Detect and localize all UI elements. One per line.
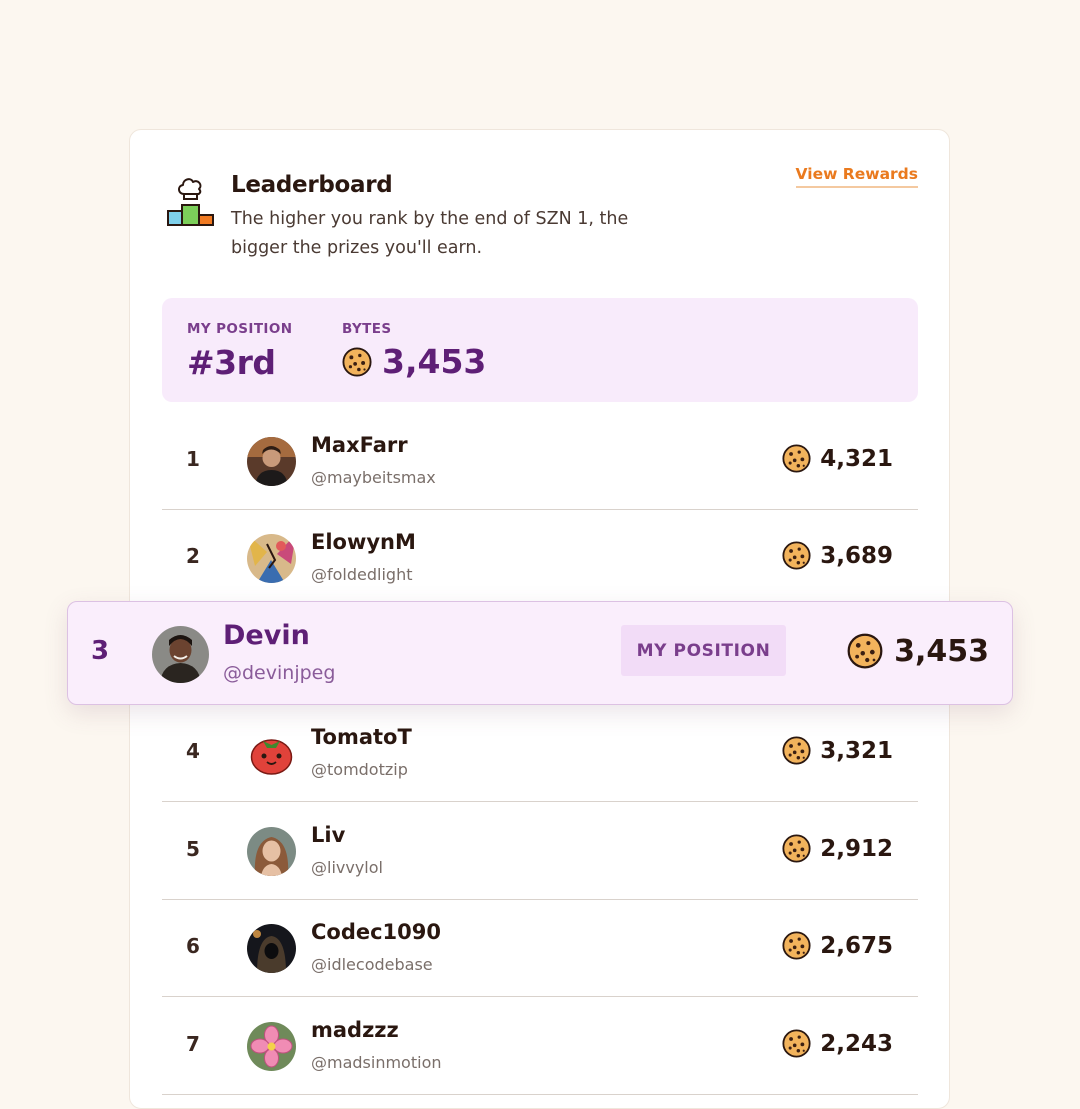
current-user-row[interactable]: 3 Devin @devinjpeg MY POSITION 3,453 (67, 601, 1013, 705)
cookie-icon (782, 931, 811, 960)
row-rank: 2 (186, 544, 200, 568)
table-row[interactable]: 1 MaxFarr @maybeitsmax 4,321 (162, 413, 918, 510)
cookie-icon (782, 1029, 811, 1058)
row-rank: 7 (186, 1032, 200, 1056)
my-position-badge: MY POSITION (621, 625, 786, 676)
avatar (247, 924, 296, 973)
row-username: Codec1090 (311, 920, 442, 944)
row-score-value: 2,675 (820, 932, 893, 959)
page-title: Leaderboard (231, 172, 393, 198)
row-username: Devin (223, 620, 310, 651)
row-handle: @foldedlight (311, 565, 413, 584)
avatar (247, 827, 296, 876)
row-handle: @livvylol (311, 858, 383, 877)
avatar (247, 437, 296, 486)
avatar (247, 534, 296, 583)
my-position-value: #3rd (187, 343, 276, 382)
row-handle: @tomdotzip (311, 760, 408, 779)
row-username: madzzz (311, 1018, 399, 1042)
row-rank: 5 (186, 837, 200, 861)
row-username: TomatoT (311, 725, 412, 749)
row-username: MaxFarr (311, 433, 408, 457)
cookie-icon (847, 633, 883, 669)
view-rewards-link[interactable]: View Rewards (795, 165, 918, 188)
row-score: 2,243 (782, 1029, 893, 1058)
row-score-value: 3,689 (820, 542, 893, 569)
my-position-panel: MY POSITION BYTES #3rd 3,453 (162, 298, 918, 402)
row-handle: @madsinmotion (311, 1053, 442, 1072)
row-handle: @maybeitsmax (311, 468, 436, 487)
row-score-value: 2,243 (820, 1030, 893, 1057)
cookie-icon (782, 834, 811, 863)
table-row[interactable]: 2 ElowynM @foldedlight 3,689 (162, 510, 918, 607)
row-handle: @devinjpeg (223, 662, 336, 684)
row-rank: 6 (186, 934, 200, 958)
page-subtitle: The higher you rank by the end of SZN 1,… (231, 209, 629, 258)
row-rank: 1 (186, 447, 200, 471)
row-score: 3,689 (782, 541, 893, 570)
row-username: ElowynM (311, 530, 416, 554)
table-row[interactable]: 6 Codec1090 @idlecodebase 2,675 (162, 900, 918, 997)
my-position-label: MY POSITION (187, 321, 293, 337)
my-bytes-value: 3,453 (342, 342, 486, 381)
avatar (247, 729, 296, 778)
table-row[interactable]: 4 TomatoT @tomdotzip 3,321 (162, 705, 918, 802)
row-handle: @idlecodebase (311, 955, 433, 974)
row-rank: 4 (186, 739, 200, 763)
row-score: 4,321 (782, 444, 893, 473)
row-score: 2,675 (782, 931, 893, 960)
avatar (152, 626, 209, 683)
cookie-icon (782, 444, 811, 473)
row-username: Liv (311, 823, 346, 847)
avatar (247, 1022, 296, 1071)
cookie-icon (782, 736, 811, 765)
table-row[interactable]: 7 madzzz @madsinmotion 2,243 (162, 998, 918, 1095)
bytes-value-text: 3,453 (382, 342, 487, 381)
row-score: 3,453 (847, 633, 989, 669)
row-score-value: 3,321 (820, 737, 893, 764)
row-score: 3,321 (782, 736, 893, 765)
row-score-value: 2,912 (820, 835, 893, 862)
row-score-value: 4,321 (820, 445, 893, 472)
row-score: 2,912 (782, 834, 893, 863)
table-row[interactable]: 5 Liv @livvylol 2,912 (162, 803, 918, 900)
row-rank: 3 (91, 636, 110, 666)
cookie-icon (782, 541, 811, 570)
row-score-value: 3,453 (894, 633, 989, 669)
cookie-icon (342, 347, 372, 377)
podium-chef-hat-icon (166, 174, 216, 226)
bytes-label: BYTES (342, 321, 392, 337)
